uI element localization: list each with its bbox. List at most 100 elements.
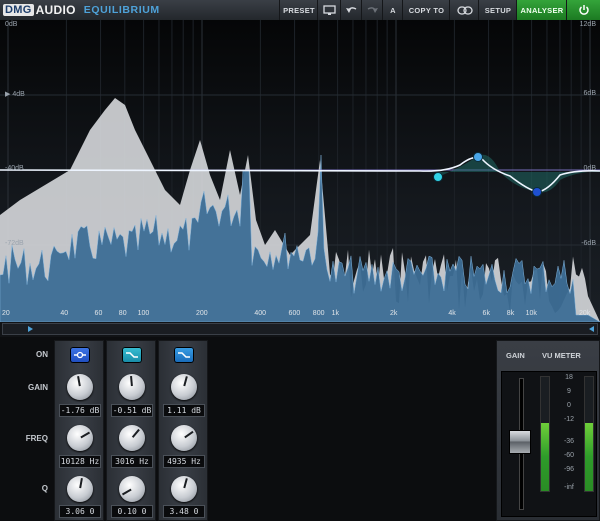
vu-meter-right (584, 376, 594, 492)
band-fill (438, 154, 600, 193)
freq-label: 100 (137, 310, 150, 317)
vu-scale-9: 9 (567, 388, 571, 395)
analyser-button[interactable]: ANALYSER (516, 0, 567, 20)
band-2-q-value[interactable]: 0.10 0 (111, 505, 153, 518)
monitor-button[interactable] (317, 0, 341, 20)
band-2-toggle[interactable] (122, 347, 142, 363)
gain-meter-panel: GAIN VU METER 18 9 0 -12 -36 -60 -96 -in… (496, 340, 600, 521)
link-button[interactable] (449, 0, 479, 20)
bell-icon (178, 352, 190, 358)
freq-label: 6k (482, 310, 490, 317)
band-2-gain-value[interactable]: -0.51 dB (111, 404, 153, 417)
meter-area: 18 9 0 -12 -36 -60 -96 -inf (501, 371, 597, 517)
band-node-2[interactable] (473, 152, 483, 162)
band-1-freq-value[interactable]: 10128 Hz (59, 455, 101, 468)
vu-meter-left (540, 376, 550, 492)
band-node-1[interactable] (433, 172, 443, 182)
band-1-gain-value[interactable]: -1.76 dB (59, 404, 101, 417)
band-3-gain-value[interactable]: 1.11 dB (163, 404, 205, 417)
vu-scale-minus96: -96 (563, 466, 575, 473)
eq-graph[interactable] (0, 20, 600, 322)
freq-label: 20k (579, 310, 591, 317)
link-icon (456, 5, 473, 15)
row-label-freq: FREQ (25, 434, 48, 443)
freq-label: 40 (60, 310, 69, 317)
band-strip-3: 1.11 dB 4935 Hz 3.48 0 (158, 340, 208, 521)
brand-logo: DMG AUDIO EQUILIBRIUM (3, 2, 160, 18)
vu-scale-0: 0 (567, 402, 571, 409)
band-1-toggle[interactable] (70, 347, 90, 363)
setup-button[interactable]: SETUP (478, 0, 517, 20)
vu-scale-minus12: -12 (563, 416, 575, 423)
power-icon (579, 5, 589, 15)
band-1-freq-knob[interactable] (67, 425, 93, 451)
band-3-q-knob[interactable] (171, 476, 197, 502)
bell-icon (126, 352, 138, 358)
freq-label: 8k (506, 310, 515, 317)
redo-button[interactable] (361, 0, 383, 20)
band-1-q-knob[interactable] (67, 476, 93, 502)
monitor-icon (323, 4, 336, 15)
top-bar: DMG AUDIO EQUILIBRIUM PRESET A COPY TO S… (0, 0, 600, 21)
freq-label: 60 (94, 310, 103, 317)
row-label-q: Q (41, 484, 48, 493)
vu-meter-left-level (541, 422, 549, 491)
band-2-freq-value[interactable]: 3016 Hz (111, 455, 153, 468)
freq-label: 400 (254, 310, 267, 317)
output-gain-fader[interactable] (509, 430, 531, 454)
freq-label: 600 (288, 310, 301, 317)
band-strip-2: -0.51 dB 3016 Hz 0.10 0 (106, 340, 156, 521)
row-label-gain: GAIN (28, 383, 48, 392)
left-scale-0: 0dB (5, 21, 18, 28)
left-scale-1: ▶ 4dB (5, 91, 25, 98)
right-scale-1: 6dB (583, 90, 596, 97)
brand-dmg: DMG (3, 4, 34, 16)
right-scale-0: 12dB (579, 21, 596, 28)
undo-icon (346, 7, 357, 13)
freq-label: 10k (525, 310, 537, 317)
scroll-right-handle[interactable] (589, 326, 594, 332)
vu-meter-right-level (585, 422, 593, 491)
right-scale-3: -6dB (581, 240, 596, 247)
frequency-scrollbar[interactable] (2, 323, 598, 335)
band-3-freq-value[interactable]: 4935 Hz (163, 455, 205, 468)
band-3-freq-knob[interactable] (171, 425, 197, 451)
freq-label: 1k (331, 310, 339, 317)
preset-button[interactable]: PRESET (279, 0, 318, 20)
power-button[interactable] (566, 0, 600, 20)
undo-button[interactable] (340, 0, 362, 20)
band-node-3[interactable] (532, 187, 542, 197)
band-2-gain-knob[interactable] (119, 374, 145, 400)
row-label-on: ON (36, 350, 48, 359)
ab-button[interactable]: A (382, 0, 403, 20)
freq-label: 20 (2, 310, 10, 317)
scroll-left-handle[interactable] (28, 326, 33, 332)
freq-label: 4k (448, 310, 456, 317)
band-strip-1: -1.76 dB 10128 Hz 3.06 0 (54, 340, 104, 521)
eq-display[interactable]: 0dB ▶ 4dB -40dB -72dB 12dB 6dB 0dB -6dB … (0, 20, 600, 322)
vu-meter-label: VU METER (542, 351, 581, 360)
freq-label: 2k (390, 310, 398, 317)
brand-audio: AUDIO (35, 3, 76, 17)
vu-scale-inf: -inf (564, 484, 574, 491)
product-name: EQUILIBRIUM (83, 4, 160, 16)
vu-scale-minus60: -60 (563, 452, 575, 459)
band-2-q-knob[interactable] (119, 476, 145, 502)
right-scale-2: 0dB (583, 165, 596, 172)
left-scale-1-text: 4dB (12, 91, 25, 98)
left-scale-2: -40dB (5, 165, 24, 172)
band-3-toggle[interactable] (174, 347, 194, 363)
freq-label: 200 (196, 310, 208, 317)
band-1-gain-knob[interactable] (67, 374, 93, 400)
low-shelf-icon (74, 351, 86, 359)
band-2-freq-knob[interactable] (119, 425, 145, 451)
left-scale-3: -72dB (5, 240, 24, 247)
copy-to-button[interactable]: COPY TO (402, 0, 450, 20)
band-3-gain-knob[interactable] (171, 374, 197, 400)
band-1-q-value[interactable]: 3.06 0 (59, 505, 101, 518)
gain-label: GAIN (506, 351, 525, 360)
redo-icon (367, 7, 378, 13)
freq-label: 800 (312, 310, 325, 317)
freq-label: 80 (118, 310, 127, 317)
band-3-q-value[interactable]: 3.48 0 (163, 505, 205, 518)
